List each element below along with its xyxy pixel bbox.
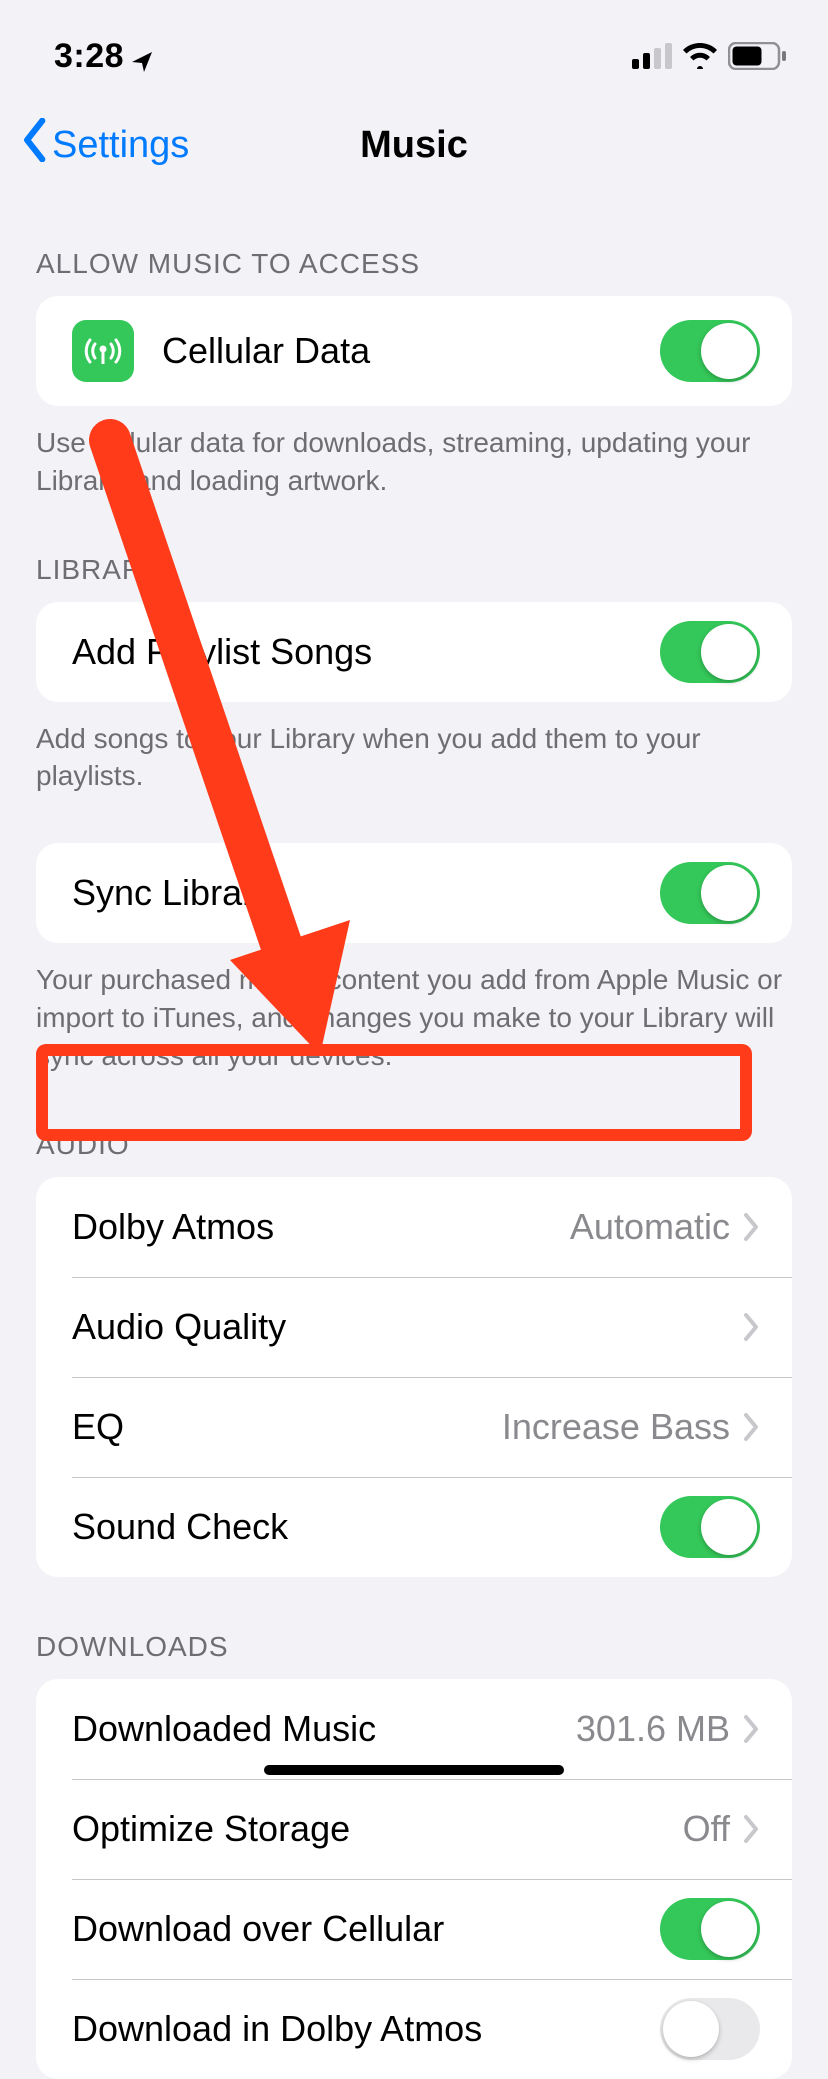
eq-value: Increase Bass [502, 1406, 730, 1448]
battery-icon [728, 42, 788, 70]
optimize-value: Off [683, 1808, 730, 1850]
chevron-right-icon [742, 1412, 760, 1442]
section-header-downloads: DOWNLOADS [0, 1577, 828, 1679]
home-indicator [264, 1765, 564, 1775]
footer-add-playlist: Add songs to your Library when you add t… [0, 702, 828, 796]
add-playlist-label: Add Playlist Songs [72, 631, 660, 673]
add-playlist-toggle[interactable] [660, 621, 760, 683]
cellular-data-toggle[interactable] [660, 320, 760, 382]
eq-label: EQ [72, 1406, 502, 1448]
status-bar: 3:28 [0, 0, 828, 90]
row-download-in-dolby-atmos[interactable]: Download in Dolby Atmos [36, 1979, 792, 2079]
row-optimize-storage[interactable]: Optimize Storage Off [36, 1779, 792, 1879]
downloaded-label: Downloaded Music [72, 1708, 576, 1750]
nav-bar: Settings Music [0, 90, 828, 200]
sound-check-toggle[interactable] [660, 1496, 760, 1558]
download-atmos-label: Download in Dolby Atmos [72, 2008, 660, 2050]
footer-access: Use cellular data for downloads, streami… [0, 406, 828, 500]
row-sound-check[interactable]: Sound Check [36, 1477, 792, 1577]
back-label: Settings [52, 124, 189, 167]
section-header-library: LIBRARY [0, 500, 828, 602]
row-eq[interactable]: EQ Increase Bass [36, 1377, 792, 1477]
section-header-access: ALLOW MUSIC TO ACCESS [0, 200, 828, 296]
back-button[interactable]: Settings [20, 118, 189, 172]
download-cell-label: Download over Cellular [72, 1908, 660, 1950]
dolby-value: Automatic [570, 1206, 730, 1248]
row-audio-quality[interactable]: Audio Quality [36, 1277, 792, 1377]
audio-quality-label: Audio Quality [72, 1306, 742, 1348]
row-sync-library[interactable]: Sync Library [36, 843, 792, 943]
dolby-label: Dolby Atmos [72, 1206, 570, 1248]
row-add-playlist-songs[interactable]: Add Playlist Songs [36, 602, 792, 702]
download-cell-toggle[interactable] [660, 1898, 760, 1960]
optimize-label: Optimize Storage [72, 1808, 683, 1850]
chevron-right-icon [742, 1814, 760, 1844]
chevron-left-icon [20, 118, 48, 172]
cellular-signal-icon [632, 43, 672, 69]
footer-sync-library: Your purchased music, content you add fr… [0, 943, 828, 1074]
location-icon [130, 44, 154, 68]
status-time: 3:28 [54, 37, 154, 76]
status-right [632, 42, 788, 70]
sync-library-label: Sync Library [72, 872, 660, 914]
download-atmos-toggle[interactable] [660, 1998, 760, 2060]
chevron-right-icon [742, 1212, 760, 1242]
row-dolby-atmos[interactable]: Dolby Atmos Automatic [36, 1177, 792, 1277]
sound-check-label: Sound Check [72, 1506, 660, 1548]
row-download-over-cellular[interactable]: Download over Cellular [36, 1879, 792, 1979]
cellular-data-icon [72, 320, 134, 382]
row-downloaded-music[interactable]: Downloaded Music 301.6 MB [36, 1679, 792, 1779]
sync-library-toggle[interactable] [660, 862, 760, 924]
chevron-right-icon [742, 1312, 760, 1342]
downloaded-value: 301.6 MB [576, 1708, 730, 1750]
cellular-data-label: Cellular Data [162, 330, 660, 372]
section-header-audio: AUDIO [0, 1075, 828, 1177]
row-cellular-data[interactable]: Cellular Data [36, 296, 792, 406]
chevron-right-icon [742, 1714, 760, 1744]
status-time-text: 3:28 [54, 37, 124, 76]
wifi-icon [682, 43, 718, 69]
